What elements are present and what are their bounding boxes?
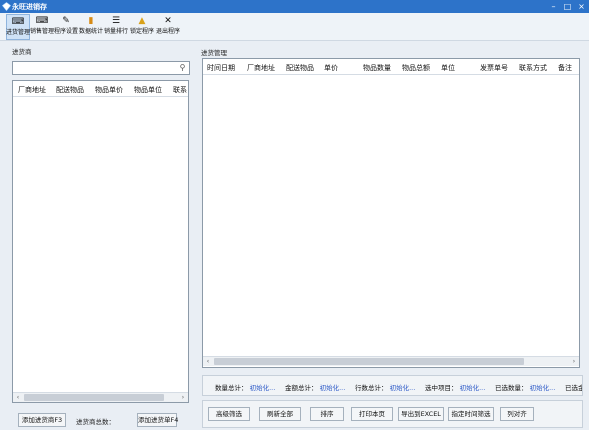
action-bar: 高级筛选 刷新全部 排序 打印本页 导出到EXCEL 指定时间筛选 列对齐: [202, 400, 583, 428]
summary-bar: 数量总计： 初始化... 金额总计： 初始化... 行数总计： 初始化... 选…: [202, 375, 583, 396]
ranking-icon: ☰: [111, 16, 121, 26]
lock-icon: ▲: [138, 16, 146, 26]
column-header[interactable]: 联系: [173, 85, 187, 95]
stat-label: 数量总计：: [215, 384, 248, 392]
column-header[interactable]: 物品总额: [402, 63, 430, 73]
toolbar-exit-button[interactable]: ✕ 退出程序: [156, 14, 180, 40]
quantity-total-stat: 数量总计： 初始化...: [215, 382, 275, 392]
column-header[interactable]: 发票单号: [480, 63, 508, 73]
column-align-button[interactable]: 列对齐: [500, 407, 534, 421]
stat-value: 初始化...: [389, 384, 416, 392]
window-title: 永旺进销存: [12, 3, 47, 11]
scroll-right-arrow[interactable]: ›: [178, 393, 188, 402]
column-header[interactable]: 配送物品: [286, 63, 314, 73]
column-header[interactable]: 物品数量: [363, 63, 391, 73]
column-header[interactable]: 联系方式: [519, 63, 547, 73]
export-excel-button[interactable]: 导出到EXCEL: [398, 407, 444, 421]
sales-icon: ⌨: [35, 16, 49, 26]
stat-label: 选中项目：: [425, 384, 458, 392]
supplier-grid[interactable]: 厂商地址 配送物品 物品单价 物品单位 联系 ‹ ›: [12, 80, 189, 403]
toolbar-label: 退出程序: [155, 28, 180, 35]
stat-value: 初始化...: [249, 384, 276, 392]
purchase-panel-title: 进货管理: [201, 49, 227, 57]
supplier-search-input[interactable]: [12, 61, 182, 75]
selected-quantity-stat: 已选数量： 初始化...: [495, 382, 555, 392]
sort-button[interactable]: 排序: [310, 407, 344, 421]
app-diamond-icon: [2, 2, 11, 11]
close-button[interactable]: ×: [575, 1, 588, 12]
column-header[interactable]: 物品单价: [95, 85, 123, 95]
stat-label: 已选金: [565, 384, 583, 392]
column-header[interactable]: 单价: [324, 63, 338, 73]
column-header[interactable]: 物品单位: [134, 85, 162, 95]
stat-value: 初始化...: [319, 384, 346, 392]
column-header[interactable]: 厂商地址: [18, 85, 46, 95]
scroll-thumb[interactable]: [24, 394, 164, 401]
advanced-filter-button[interactable]: 高级筛选: [208, 407, 250, 421]
exit-icon: ✕: [164, 16, 172, 26]
toolbar-ranking-button[interactable]: ☰ 销量排行: [104, 14, 128, 40]
statistics-icon: ▮: [88, 16, 94, 26]
scroll-thumb[interactable]: [214, 358, 524, 365]
purchase-grid[interactable]: 时间日期 厂商地址 配送物品 单价 物品数量 物品总额 单位 发票单号 联系方式…: [202, 58, 580, 368]
supplier-horizontal-scrollbar[interactable]: ‹ ›: [13, 392, 188, 402]
scroll-left-arrow[interactable]: ‹: [13, 393, 23, 402]
add-supplier-button[interactable]: 添加进货商F3: [18, 413, 66, 427]
amount-total-stat: 金额总计： 初始化...: [285, 382, 345, 392]
selected-amount-stat: 已选金: [565, 382, 583, 392]
column-header[interactable]: 时间日期: [207, 63, 235, 73]
stat-label: 金额总计：: [285, 384, 318, 392]
stat-label: 已选数量：: [495, 384, 528, 392]
scroll-left-arrow[interactable]: ‹: [203, 357, 213, 366]
stat-label: 行数总计：: [355, 384, 388, 392]
main-toolbar: ⌨ 进货管理 ⌨ 销售管理 ✎ 程序设置 ▮ 数据统计 ☰ 销量排行 ▲ 锁定程…: [0, 13, 589, 41]
supplier-total-label: 进货商总数：: [76, 418, 115, 426]
purchase-horizontal-scrollbar[interactable]: ‹ ›: [203, 356, 579, 366]
toolbar-lock-button[interactable]: ▲ 锁定程序: [130, 14, 154, 40]
supplier-panel-title: 进货商: [12, 48, 32, 56]
column-header[interactable]: 厂商地址: [247, 63, 275, 73]
time-filter-button[interactable]: 指定时间筛选: [448, 407, 494, 421]
stat-value: 初始化...: [459, 384, 486, 392]
column-header[interactable]: 单位: [441, 63, 455, 73]
title-bar: 永旺进销存 – □ ×: [0, 0, 589, 13]
selected-items-stat: 选中项目： 初始化...: [425, 382, 485, 392]
stat-value: 初始化...: [529, 384, 556, 392]
search-icon[interactable]: ⚲: [176, 61, 190, 75]
add-order-button[interactable]: 添加进货单F4: [137, 413, 178, 427]
column-header[interactable]: 配送物品: [56, 85, 84, 95]
refresh-all-button[interactable]: 刷新全部: [259, 407, 301, 421]
purchase-grid-header: 时间日期 厂商地址 配送物品 单价 物品数量 物品总额 单位 发票单号 联系方式…: [203, 59, 579, 75]
settings-icon: ✎: [62, 16, 70, 26]
scroll-right-arrow[interactable]: ›: [569, 357, 579, 366]
print-page-button[interactable]: 打印本页: [351, 407, 393, 421]
minimize-button[interactable]: –: [547, 1, 560, 12]
row-total-stat: 行数总计： 初始化...: [355, 382, 415, 392]
maximize-button[interactable]: □: [561, 1, 574, 12]
column-header[interactable]: 备注: [558, 63, 572, 73]
supplier-grid-header: 厂商地址 配送物品 物品单价 物品单位 联系: [13, 81, 188, 97]
